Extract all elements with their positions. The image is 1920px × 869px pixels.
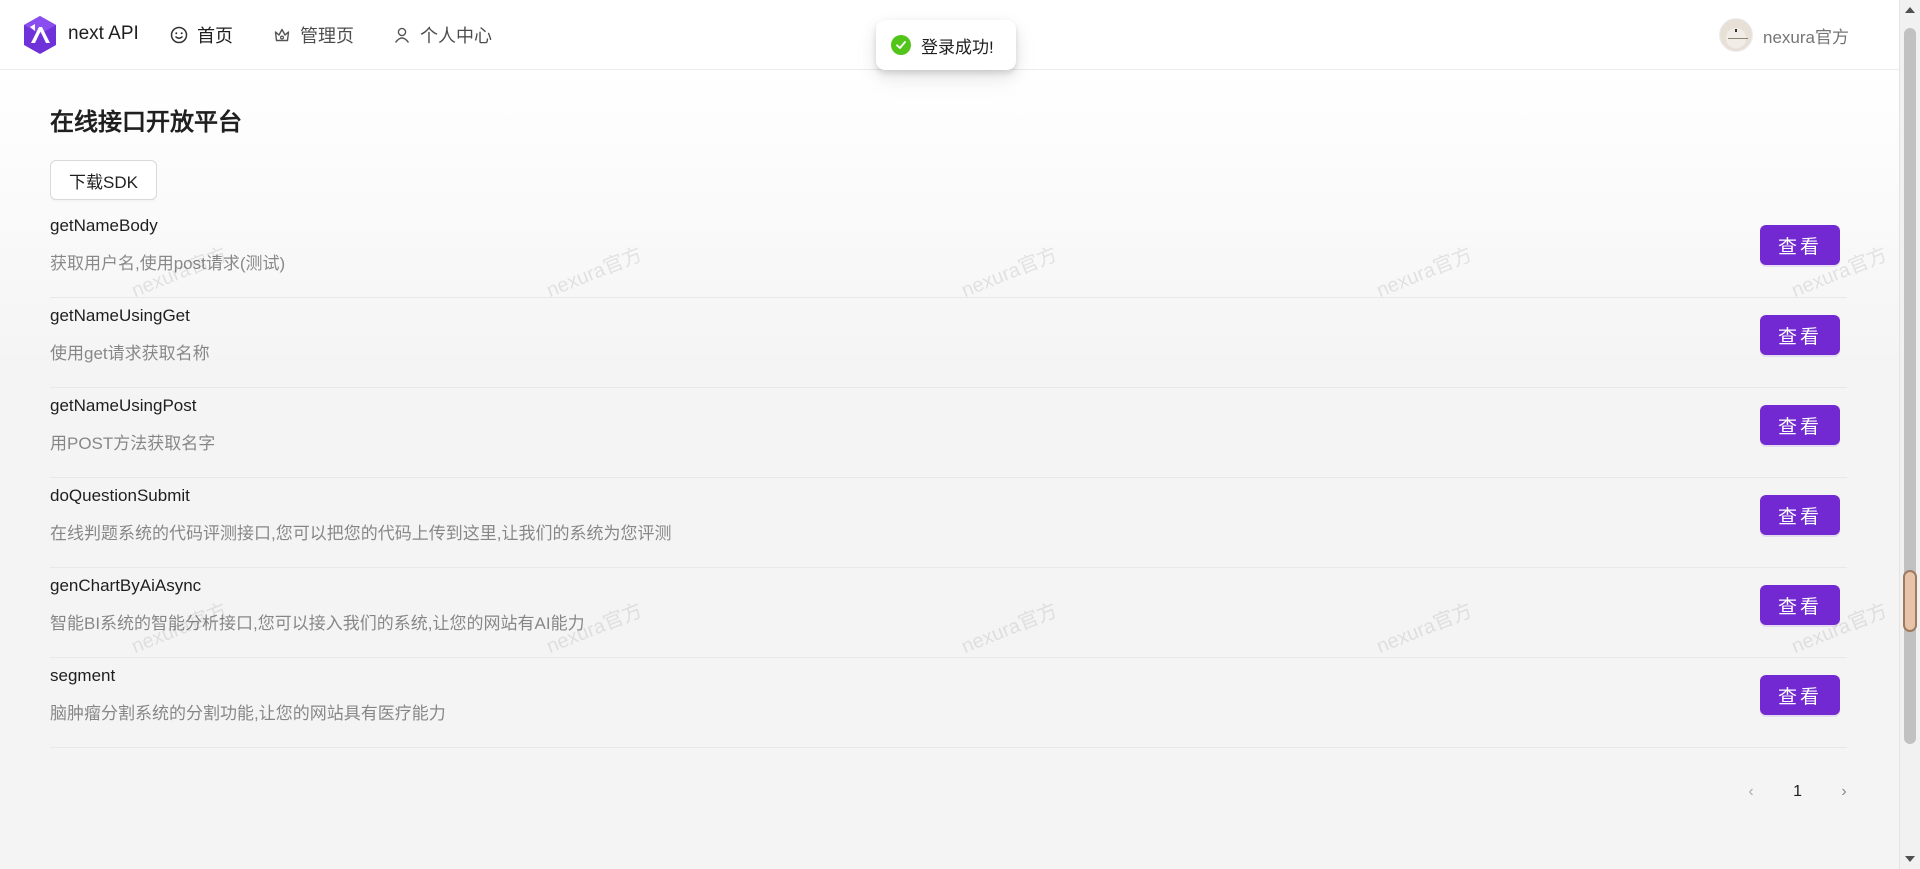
view-button[interactable]: 查看 (1760, 225, 1840, 265)
view-button[interactable]: 查看 (1760, 675, 1840, 715)
success-toast: 登录成功! (876, 20, 1016, 70)
nav-item-home[interactable]: 首页 (170, 22, 233, 48)
app-logo-icon[interactable] (22, 15, 58, 55)
download-sdk-button[interactable]: 下载SDK (50, 160, 157, 200)
interface-name: genChartByAiAsync (50, 576, 202, 595)
page-number[interactable]: 1 (1793, 783, 1802, 801)
nav-item-label: 管理页 (300, 26, 354, 46)
vertical-scrollbar[interactable] (1899, 0, 1920, 869)
chevron-right-icon[interactable]: › (1836, 783, 1852, 801)
list-item: getNameUsingGet 使用get请求获取名称 查看 (50, 298, 1847, 388)
nav-item-label: 个人中心 (420, 26, 492, 46)
nav-item-admin[interactable]: 管理页 (273, 22, 354, 48)
interface-description: 使用get请求获取名称 (50, 344, 210, 363)
view-button[interactable]: 查看 (1760, 585, 1840, 625)
user-name[interactable]: nexura官方 (1763, 23, 1849, 48)
list-item: genChartByAiAsync 智能BI系统的智能分析接口,您可以接入我们的… (50, 568, 1847, 658)
list-item: doQuestionSubmit 在线判题系统的代码评测接口,您可以把您的代码上… (50, 478, 1847, 568)
interface-name: doQuestionSubmit (50, 486, 190, 505)
scrollbar-thumb[interactable] (1904, 28, 1916, 744)
user-icon (394, 27, 410, 43)
user-menu[interactable]: nexura官方 (1719, 18, 1849, 52)
scroll-up-arrow-icon[interactable] (1905, 7, 1915, 13)
interface-name: getNameUsingPost (50, 396, 197, 415)
check-circle-icon (891, 35, 911, 55)
list-item: getNameBody 获取用户名,使用post请求(测试) 查看 (50, 208, 1847, 298)
nav-item-profile[interactable]: 个人中心 (393, 22, 492, 48)
interface-description: 脑肿瘤分割系统的分割功能,让您的网站具有医疗能力 (50, 704, 446, 723)
interface-description: 在线判题系统的代码评测接口,您可以把您的代码上传到这里,让我们的系统为您评测 (50, 524, 672, 543)
nav-item-label: 首页 (197, 26, 233, 46)
view-button[interactable]: 查看 (1760, 495, 1840, 535)
interface-name: getNameUsingGet (50, 306, 190, 325)
interface-description: 智能BI系统的智能分析接口,您可以接入我们的系统,让您的网站有AI能力 (50, 614, 585, 633)
chevron-left-icon[interactable]: ‹ (1743, 783, 1759, 801)
interface-list: getNameBody 获取用户名,使用post请求(测试) 查看 getNam… (50, 208, 1847, 748)
view-button[interactable]: 查看 (1760, 405, 1840, 445)
interface-name: getNameBody (50, 216, 158, 235)
list-item: segment 脑肿瘤分割系统的分割功能,让您的网站具有医疗能力 查看 (50, 658, 1847, 748)
interface-name: segment (50, 666, 116, 685)
toast-message: 登录成功! (921, 37, 994, 57)
interface-description: 获取用户名,使用post请求(测试) (50, 254, 286, 273)
list-item: getNameUsingPost 用POST方法获取名字 查看 (50, 388, 1847, 478)
page-title: 在线接口开放平台 (50, 109, 242, 136)
interface-description: 用POST方法获取名字 (50, 434, 216, 453)
main-content: 在线接口开放平台 下载SDK getNameBody 获取用户名,使用post请… (0, 70, 1899, 869)
avatar[interactable] (1719, 18, 1754, 52)
scroll-down-arrow-icon[interactable] (1905, 856, 1915, 862)
view-button[interactable]: 查看 (1760, 315, 1840, 355)
smile-icon (170, 26, 188, 44)
brand-name[interactable]: next API (68, 23, 139, 45)
scrollbar-grip[interactable] (1903, 570, 1917, 632)
pagination: ‹ 1 › (1743, 776, 1852, 808)
crown-icon (274, 28, 290, 42)
